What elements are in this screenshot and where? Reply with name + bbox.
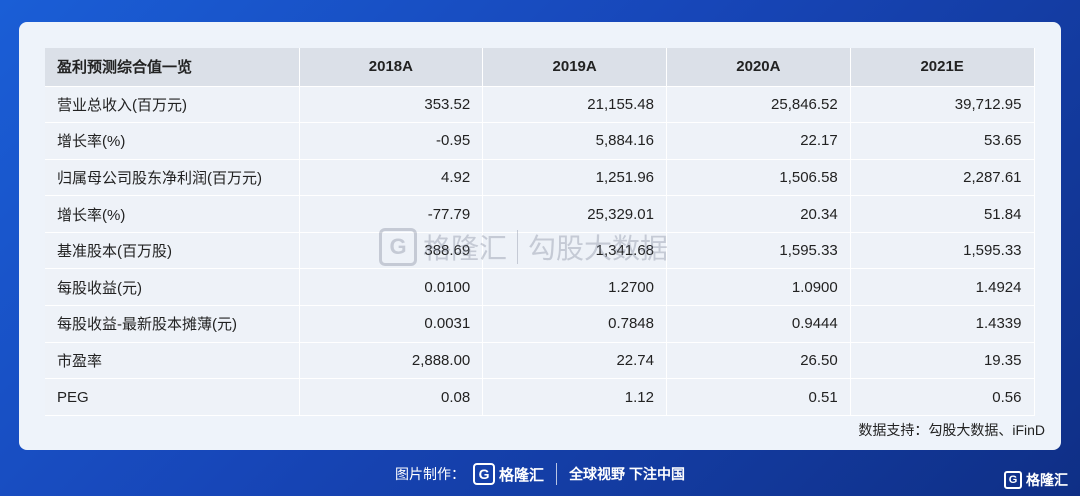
table-cell: 1,595.33 <box>666 232 851 270</box>
data-source-note: 数据支持：勾股大数据、iFinD <box>858 422 1045 438</box>
row-label: 增长率(%) <box>45 122 300 160</box>
year-column-header: 2021E <box>850 48 1035 87</box>
table-cell: 53.65 <box>850 122 1035 160</box>
table-cell: 19.35 <box>850 342 1035 380</box>
table-cell: -77.79 <box>299 195 484 233</box>
footer-divider <box>556 463 558 485</box>
table-cell: 51.84 <box>850 195 1035 233</box>
table-cell: 1,251.96 <box>482 159 667 197</box>
corner-logo-icon: G <box>1004 471 1022 489</box>
table-cell: 1.4339 <box>850 305 1035 343</box>
table-row: 市盈率 2,888.00 22.74 26.50 19.35 <box>45 342 1035 380</box>
table-cell: 1.12 <box>482 378 667 416</box>
table-cell: 2,287.61 <box>850 159 1035 197</box>
table-cell: 26.50 <box>666 342 851 380</box>
table-cell: 2,888.00 <box>299 342 484 380</box>
table-cell: 0.51 <box>666 378 851 416</box>
table-row: 增长率(%) -77.79 25,329.01 20.34 51.84 <box>45 195 1035 233</box>
footer-brand: 格隆汇 <box>499 466 545 484</box>
row-label: 每股收益(元) <box>45 268 300 307</box>
table-cell: 0.7848 <box>482 305 667 343</box>
row-label: 基准股本(百万股) <box>45 232 300 270</box>
table-cell: 22.74 <box>482 342 667 380</box>
table-row: 归属母公司股东净利润(百万元) 4.92 1,251.96 1,506.58 2,287… <box>45 159 1035 197</box>
table-cell: 1.0900 <box>666 268 851 307</box>
table-cell: 4.92 <box>299 159 484 197</box>
table-cell: 1,595.33 <box>850 232 1035 270</box>
table-cell: 353.52 <box>299 86 484 124</box>
table-cell: 0.9444 <box>666 305 851 343</box>
row-label: 增长率(%) <box>45 195 300 233</box>
footer: 图片制作： G 格隆汇 全球视野 下注中国 <box>0 458 1080 490</box>
table-cell: 1,341.68 <box>482 232 667 270</box>
row-label: 营业总收入(百万元) <box>45 86 300 124</box>
table-cell: 1.2700 <box>482 268 667 307</box>
table-row: PEG 0.08 1.12 0.51 0.56 <box>45 378 1035 416</box>
row-label: 归属母公司股东净利润(百万元) <box>45 159 300 197</box>
table-cell: 22.17 <box>666 122 851 160</box>
table-cell: 1,506.58 <box>666 159 851 197</box>
corner-brand: 格隆汇 <box>1026 472 1068 488</box>
year-column-header: 2018A <box>299 48 484 87</box>
corner-logo: G 格隆汇 <box>1004 470 1068 490</box>
table-cell: 20.34 <box>666 195 851 233</box>
table-cell: 0.08 <box>299 378 484 416</box>
table-cell: 21,155.48 <box>482 86 667 124</box>
footer-prefix: 图片制作： <box>395 466 466 482</box>
table-row: 增长率(%) -0.95 5,884.16 22.17 53.65 <box>45 122 1035 160</box>
table-row: 营业总收入(百万元) 353.52 21,155.48 25,846.52 39,712… <box>45 86 1035 124</box>
year-column-header: 2020A <box>666 48 851 87</box>
table-cell: 0.0100 <box>299 268 484 307</box>
year-column-header: 2019A <box>482 48 667 87</box>
table-cell: 0.56 <box>850 378 1035 416</box>
table-cell: 5,884.16 <box>482 122 667 160</box>
forecast-card: 盈利预测综合值一览 2018A 2019A 2020A 2021E 营业总收入(百万元)… <box>19 22 1061 450</box>
table-cell: -0.95 <box>299 122 484 160</box>
table-row: 基准股本(百万股) 388.69 1,341.68 1,595.33 1,595.33 <box>45 232 1035 270</box>
table-cell: 388.69 <box>299 232 484 270</box>
table-cell: 25,329.01 <box>482 195 667 233</box>
table-cell: 0.0031 <box>299 305 484 343</box>
table-cell: 25,846.52 <box>666 86 851 124</box>
gelonghui-logo-icon: G <box>473 463 496 485</box>
table-title-header: 盈利预测综合值一览 <box>45 48 300 87</box>
table-cell: 39,712.95 <box>850 86 1035 124</box>
footer-logo: G 格隆汇 <box>473 463 544 485</box>
row-label: PEG <box>45 378 300 416</box>
table-header-row: 盈利预测综合值一览 2018A 2019A 2020A 2021E <box>45 48 1035 87</box>
table-cell: 1.4924 <box>850 268 1035 307</box>
row-label: 市盈率 <box>45 342 300 380</box>
earnings-forecast-table: 盈利预测综合值一览 2018A 2019A 2020A 2021E 营业总收入(百万元)… <box>45 48 1035 416</box>
row-label: 每股收益-最新股本摊薄(元) <box>45 305 300 343</box>
footer-slogan: 全球视野 下注中国 <box>569 466 685 482</box>
table-row: 每股收益(元) 0.0100 1.2700 1.0900 1.4924 <box>45 268 1035 307</box>
table-row: 每股收益-最新股本摊薄(元) 0.0031 0.7848 0.9444 1.4339 <box>45 305 1035 343</box>
